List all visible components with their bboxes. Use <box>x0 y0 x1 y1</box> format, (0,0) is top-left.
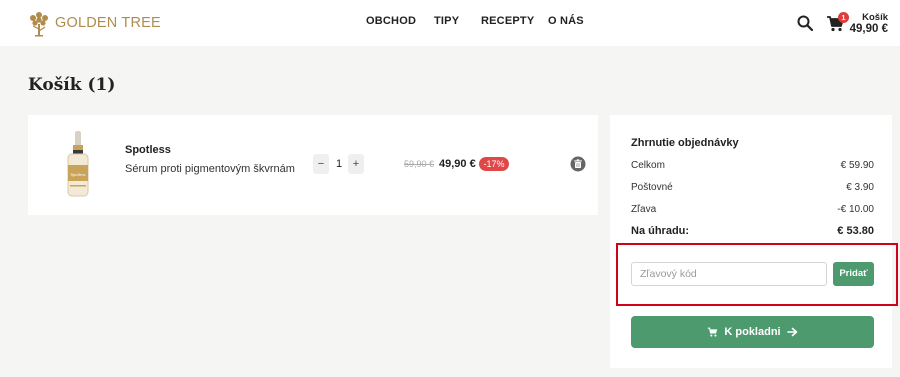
cart-icon <box>708 327 718 337</box>
summary-discount-value: -€ 10.00 <box>837 204 874 215</box>
summary-shipping-value: € 3.90 <box>846 182 874 193</box>
cart-total[interactable]: 49,90 € <box>850 23 888 35</box>
coupon-code-input[interactable] <box>631 262 827 286</box>
apply-coupon-button[interactable]: Pridať <box>833 262 874 286</box>
nav-item-obchod[interactable]: OBCHOD <box>366 15 416 27</box>
product-description: Sérum proti pigmentovým škvrnám <box>125 163 295 175</box>
nav-item-tipy[interactable]: TIPY <box>434 15 459 27</box>
arrow-right-icon <box>786 327 797 337</box>
summary-shipping-label: Poštovné <box>631 182 673 193</box>
checkout-label: K pokladni <box>724 326 781 338</box>
quantity-decrease-button[interactable]: − <box>313 154 329 174</box>
summary-subtotal-value: € 59.90 <box>840 160 874 171</box>
cart-label[interactable]: Košík <box>862 12 888 23</box>
summary-discount-label: Zľava <box>631 204 657 215</box>
page-title: Košík (1) <box>28 75 116 95</box>
quantity-value[interactable]: 1 <box>331 154 347 174</box>
sale-price: 49,90 € <box>439 158 476 170</box>
cart-item-card: Spotless Spotless Sérum proti pigmentový… <box>28 115 598 215</box>
main-nav: OBCHOD TIPY RECEPTY O NÁS <box>0 15 900 31</box>
svg-text:Spotless: Spotless <box>70 172 85 177</box>
nav-item-o-nas[interactable]: O NÁS <box>548 15 584 27</box>
summary-total-value: € 53.80 <box>837 225 874 237</box>
trash-icon[interactable] <box>570 156 586 172</box>
nav-item-recepty[interactable]: RECEPTY <box>481 15 534 27</box>
site-header: GOLDEN TREE OBCHOD TIPY RECEPTY O NÁS 1 … <box>0 0 900 46</box>
original-price: 59,90 € <box>404 159 435 169</box>
checkout-button[interactable]: K pokladni <box>631 316 874 348</box>
cart-count-badge: 1 <box>838 12 849 23</box>
product-image[interactable]: Spotless <box>64 131 92 197</box>
quantity-increase-button[interactable]: + <box>348 154 364 174</box>
product-name[interactable]: Spotless <box>125 144 171 156</box>
discount-badge: -17% <box>479 157 509 171</box>
summary-total-label: Na úhradu: <box>631 225 690 237</box>
summary-subtotal-label: Celkom <box>631 160 665 171</box>
search-icon[interactable] <box>797 15 813 31</box>
summary-title: Zhrnutie objednávky <box>631 137 739 149</box>
